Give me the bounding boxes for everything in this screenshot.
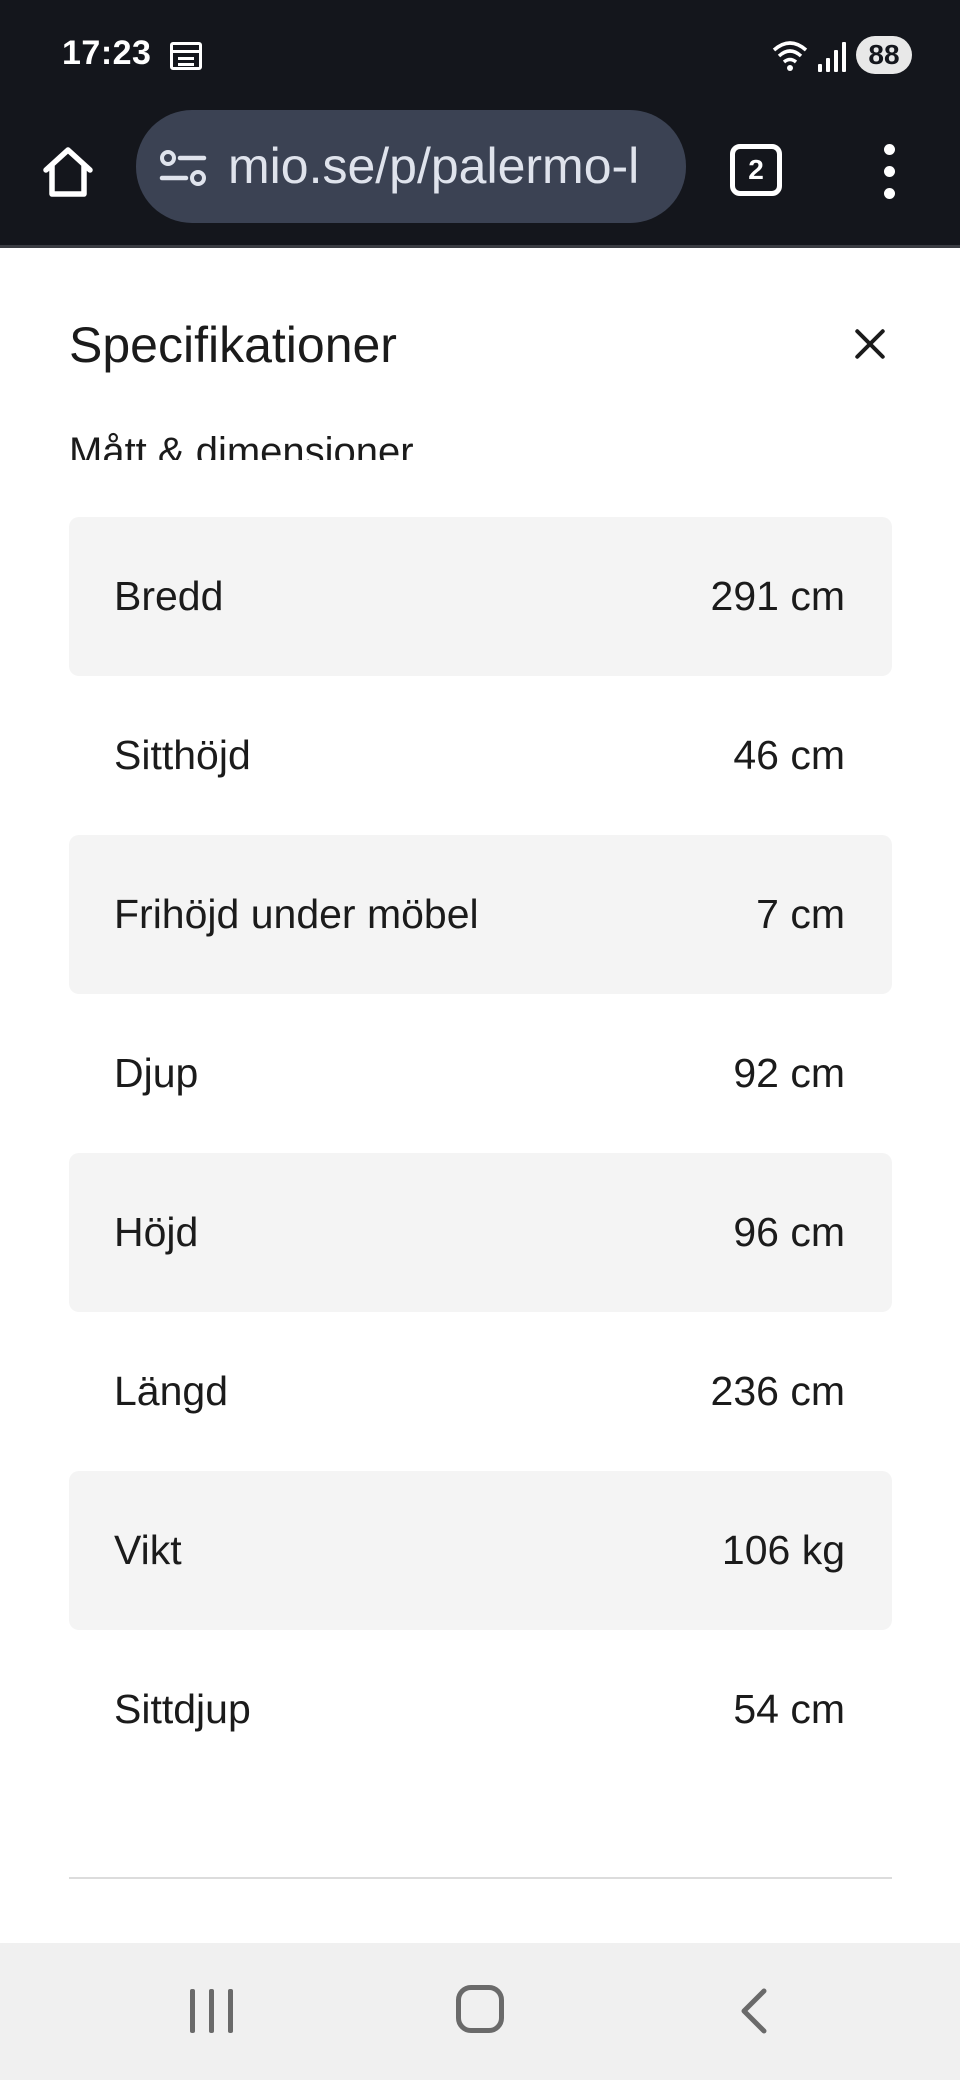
wifi-icon [772, 41, 808, 71]
spec-value: 236 cm [710, 1368, 845, 1414]
back-icon[interactable] [734, 1987, 774, 2035]
home-icon[interactable] [36, 140, 100, 204]
url-bar[interactable]: mio.se/p/palermo-l [136, 110, 686, 223]
status-bar: 17:23 88 [0, 0, 960, 110]
battery-icon: 88 [856, 36, 912, 74]
url-text[interactable]: mio.se/p/palermo-l [228, 134, 668, 198]
spec-row: Sitthöjd 46 cm [69, 676, 892, 835]
home-icon[interactable] [456, 1985, 504, 2033]
spec-label: Frihöjd under möbel [114, 891, 479, 937]
spec-value: 96 cm [733, 1209, 845, 1255]
system-nav-bar [0, 1943, 960, 2080]
spec-row: Höjd 96 cm [69, 1153, 892, 1312]
divider [69, 1877, 892, 1879]
status-time: 17:23 [62, 34, 152, 72]
spec-row: Bredd 291 cm [69, 517, 892, 676]
tabs-icon[interactable]: 2 [730, 144, 782, 196]
close-icon[interactable] [848, 322, 892, 366]
section-heading: Mått & dimensioner [69, 430, 414, 460]
spec-label: Höjd [114, 1209, 199, 1255]
spec-list: Bredd 291 cm Sitthöjd 46 cm Frihöjd unde… [69, 517, 892, 1789]
spec-value: 291 cm [710, 573, 845, 619]
sheet-title: Specifikationer [69, 317, 397, 373]
spec-row: Djup 92 cm [69, 994, 892, 1153]
section-heading-clip: Mått & dimensioner [69, 410, 569, 460]
calendar-icon [170, 42, 202, 70]
spec-row: Sittdjup 54 cm [69, 1630, 892, 1789]
spec-value: 106 kg [721, 1527, 845, 1573]
spec-value: 54 cm [733, 1686, 845, 1732]
site-info-icon[interactable] [158, 148, 208, 188]
spec-row: Frihöjd under möbel 7 cm [69, 835, 892, 994]
spec-row: Vikt 106 kg [69, 1471, 892, 1630]
spec-row: Längd 236 cm [69, 1312, 892, 1471]
spec-value: 46 cm [733, 732, 845, 778]
signal-icon [818, 40, 848, 72]
spec-label: Längd [114, 1368, 229, 1414]
spec-label: Sitthöjd [114, 732, 251, 778]
spec-value: 92 cm [733, 1050, 845, 1096]
spec-value: 7 cm [756, 891, 845, 937]
spec-label: Sittdjup [114, 1686, 251, 1732]
spec-label: Djup [114, 1050, 199, 1096]
spec-label: Vikt [114, 1527, 182, 1573]
more-menu-icon[interactable] [870, 142, 910, 202]
browser-toolbar: mio.se/p/palermo-l 2 [0, 110, 960, 248]
recents-icon[interactable] [188, 1989, 236, 2033]
spec-label: Bredd [114, 573, 224, 619]
